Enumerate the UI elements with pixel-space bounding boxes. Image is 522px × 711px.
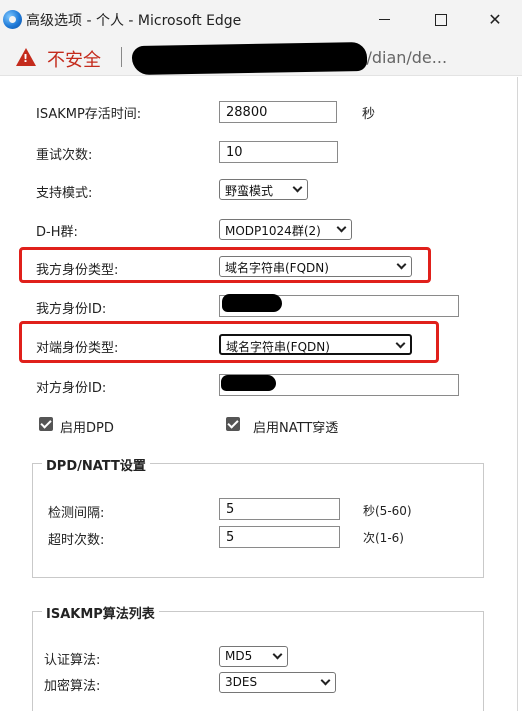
close-icon: ✕ (488, 10, 502, 29)
auth-algo-label: 认证算法: (44, 653, 101, 668)
local-id-type-label: 我方身份类型: (36, 263, 119, 278)
peer-id-type-select[interactable]: 域名字符串(FQDN) (219, 334, 412, 355)
redaction-mark (249, 44, 361, 70)
auth-algo-select[interactable]: MD5 (219, 646, 288, 667)
window-titlebar: 高级选项 - 个人 - Microsoft Edge ✕ (0, 0, 522, 39)
isakmp-lifetime-unit: 秒 (362, 107, 376, 122)
dpd-interval-input[interactable]: 5 (219, 498, 340, 520)
enable-natt-label[interactable]: 启用NATT穿透 (253, 417, 338, 436)
maximize-button[interactable] (414, 0, 468, 39)
local-id-type-select-value: 域名字符串(FQDN) (225, 261, 329, 275)
dh-group-select-value: MODP1024群(2) (225, 224, 321, 238)
peer-id-type-label: 对端身份类型: (36, 341, 119, 356)
auth-algo-select-value: MD5 (225, 649, 253, 663)
content-border (517, 77, 518, 711)
edge-app-icon (3, 10, 22, 29)
redaction-mark (222, 294, 282, 312)
chevron-down-icon (292, 182, 303, 193)
maximize-icon (435, 13, 447, 26)
encrypt-algo-select[interactable]: 3DES (219, 672, 336, 693)
dh-group-select[interactable]: MODP1024群(2) (219, 219, 352, 240)
enable-dpd-checkbox[interactable] (39, 417, 53, 431)
chevron-down-icon (396, 259, 407, 270)
isakmp-lifetime-label: ISAKMP存活时间: (36, 107, 142, 122)
timeout-count-input[interactable]: 5 (219, 526, 340, 548)
local-id-type-select[interactable]: 域名字符串(FQDN) (219, 256, 412, 277)
dpd-interval-label: 检测间隔: (48, 506, 105, 521)
peer-id-label: 对方身份ID: (36, 381, 107, 396)
enable-dpd-label[interactable]: 启用DPD (60, 417, 114, 436)
retry-count-label: 重试次数: (36, 148, 93, 163)
enable-natt-checkbox[interactable] (226, 417, 240, 431)
isakmp-algo-legend: ISAKMP算法列表 (42, 603, 159, 622)
chevron-down-icon (336, 222, 347, 233)
retry-count-input[interactable]: 10 (219, 141, 338, 163)
warning-icon (16, 48, 36, 66)
encrypt-algo-select-value: 3DES (225, 675, 258, 689)
timeout-count-label: 超时次数: (48, 533, 105, 548)
mode-select-value: 野蛮模式 (225, 184, 274, 198)
chevron-down-icon (272, 649, 283, 660)
dh-group-label: D-H群: (36, 225, 78, 240)
peer-id-type-select-value: 域名字符串(FQDN) (226, 340, 330, 354)
dpd-natt-legend: DPD/NATT设置 (42, 455, 150, 474)
mode-label: 支持模式: (36, 186, 93, 201)
timeout-count-hint: 次(1-6) (363, 531, 404, 545)
isakmp-lifetime-input[interactable]: 28800 (219, 101, 337, 123)
chevron-down-icon (320, 675, 331, 686)
window-title: 高级选项 - 个人 - Microsoft Edge (26, 13, 242, 29)
encrypt-algo-label: 加密算法: (44, 679, 101, 694)
minimize-button[interactable] (357, 0, 411, 39)
minimize-icon (378, 19, 390, 20)
dpd-interval-hint: 秒(5-60) (363, 504, 412, 518)
chevron-down-icon (395, 338, 406, 349)
mode-select[interactable]: 野蛮模式 (219, 179, 308, 200)
address-separator (121, 47, 122, 67)
local-id-label: 我方身份ID: (36, 302, 107, 317)
redaction-mark (221, 375, 276, 391)
security-status[interactable]: 不安全 (47, 46, 101, 72)
close-button[interactable]: ✕ (468, 0, 522, 39)
